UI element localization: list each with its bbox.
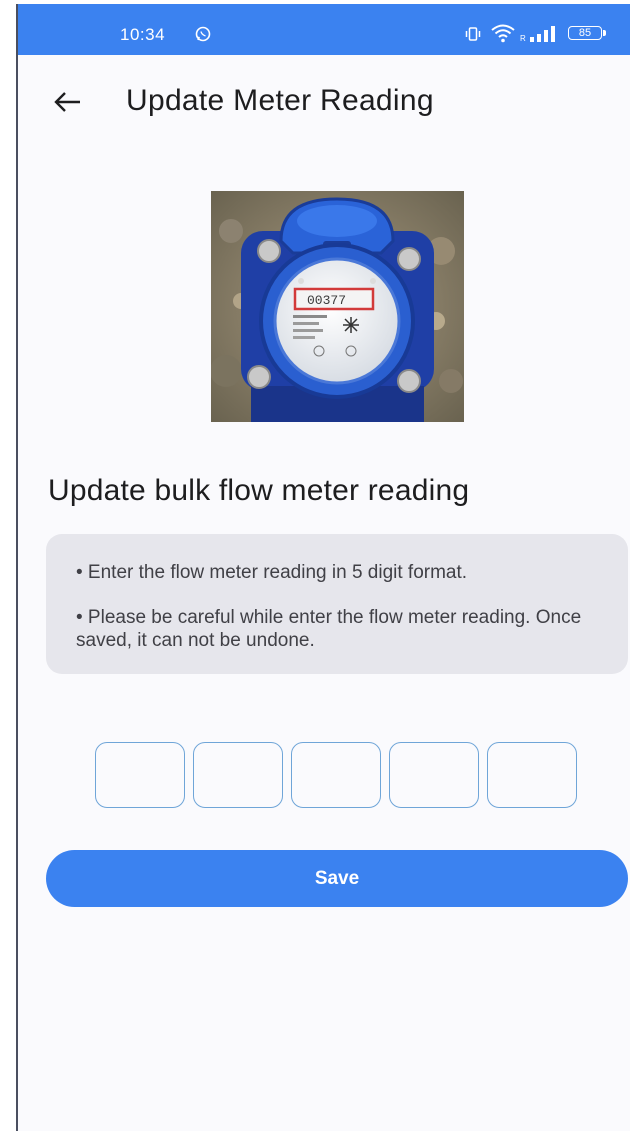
reading-digit-inputs [95, 742, 581, 812]
digit-input-5[interactable] [487, 742, 577, 808]
page-title: Update Meter Reading [126, 84, 434, 117]
instruction-digit-format: • Enter the flow meter reading in 5 digi… [76, 562, 468, 583]
save-button[interactable]: Save [46, 850, 628, 907]
meter-reading-digits: 00377 [307, 293, 346, 308]
vibrate-icon [465, 27, 481, 41]
signal-icon: R [520, 26, 555, 43]
battery-level: 85 [568, 26, 602, 40]
status-time: 10:34 [120, 25, 166, 44]
digit-input-1[interactable] [95, 742, 185, 808]
svg-text:R: R [520, 34, 526, 43]
status-bar: 10:34 R 85 [18, 4, 630, 55]
wifi-icon [491, 24, 515, 43]
arrow-left-icon [54, 92, 80, 112]
battery-icon: 85 [568, 26, 608, 42]
section-heading: Update bulk flow meter reading [48, 474, 470, 507]
instructions-card: • Enter the flow meter reading in 5 digi… [46, 534, 628, 674]
app-screen: 10:34 R 85 Update Meter Reading 00377 Up… [16, 4, 630, 1131]
meter-photo: 00377 [211, 191, 464, 422]
digit-input-4[interactable] [389, 742, 479, 808]
digit-input-2[interactable] [193, 742, 283, 808]
digit-input-3[interactable] [291, 742, 381, 808]
whatsapp-icon [195, 26, 211, 42]
instruction-warning: • Please be careful while enter the flow… [76, 607, 582, 651]
back-button[interactable] [48, 84, 88, 120]
